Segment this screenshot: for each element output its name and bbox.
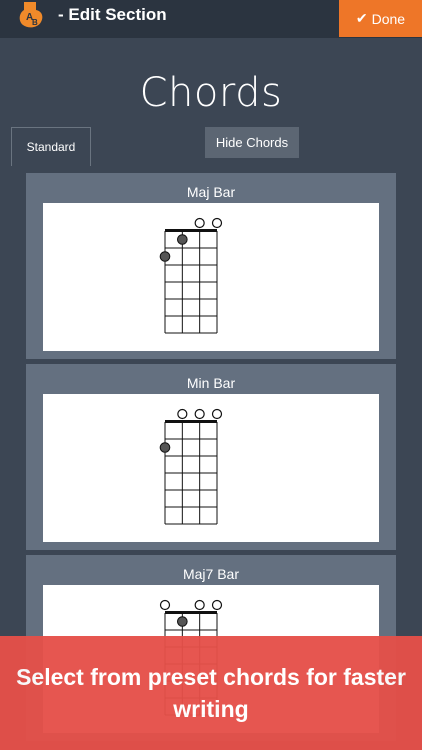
chord-name: Maj7 Bar	[182, 566, 240, 582]
app-logo-icon: A B	[19, 2, 43, 28]
tab-standard[interactable]: Standard	[11, 127, 91, 166]
open-string-marker	[211, 599, 223, 611]
chord-grid: GCEA	[159, 408, 223, 555]
chord-grid: GCEA	[159, 217, 223, 364]
open-string-marker	[194, 217, 205, 229]
open-string-marker	[211, 217, 223, 229]
svg-text:B: B	[32, 18, 38, 27]
done-button[interactable]: ✔ Done	[339, 0, 422, 37]
finger-dot	[159, 442, 171, 453]
open-string-marker	[194, 408, 205, 420]
page-title: Chords	[139, 70, 283, 116]
open-string-marker	[177, 408, 188, 420]
screen-title: - Edit Section	[58, 5, 167, 24]
open-string-marker	[159, 599, 171, 611]
promo-text: Select from preset chords for faster wri…	[16, 664, 406, 722]
finger-dot	[159, 251, 171, 262]
open-string-marker	[194, 599, 205, 611]
chord-diagram: GCEA	[43, 394, 379, 555]
open-string-marker	[211, 408, 223, 420]
chord-card[interactable]: Min Bar GCEA	[26, 364, 396, 555]
promo-banner: Select from preset chords for faster wri…	[0, 636, 422, 750]
chord-card[interactable]: Maj Bar GCEA	[26, 173, 396, 364]
finger-dot	[177, 234, 188, 245]
chord-diagram: GCEA	[43, 203, 379, 364]
checkmark-icon: ✔	[355, 10, 368, 26]
top-bar: A B - Edit Section ✔ Done	[0, 0, 422, 38]
finger-dot	[177, 616, 188, 627]
chord-name: Min Bar	[186, 375, 236, 391]
done-label: Done	[371, 10, 406, 27]
hide-chords-button[interactable]: Hide Chords	[205, 127, 299, 158]
chord-name: Maj Bar	[186, 184, 236, 200]
